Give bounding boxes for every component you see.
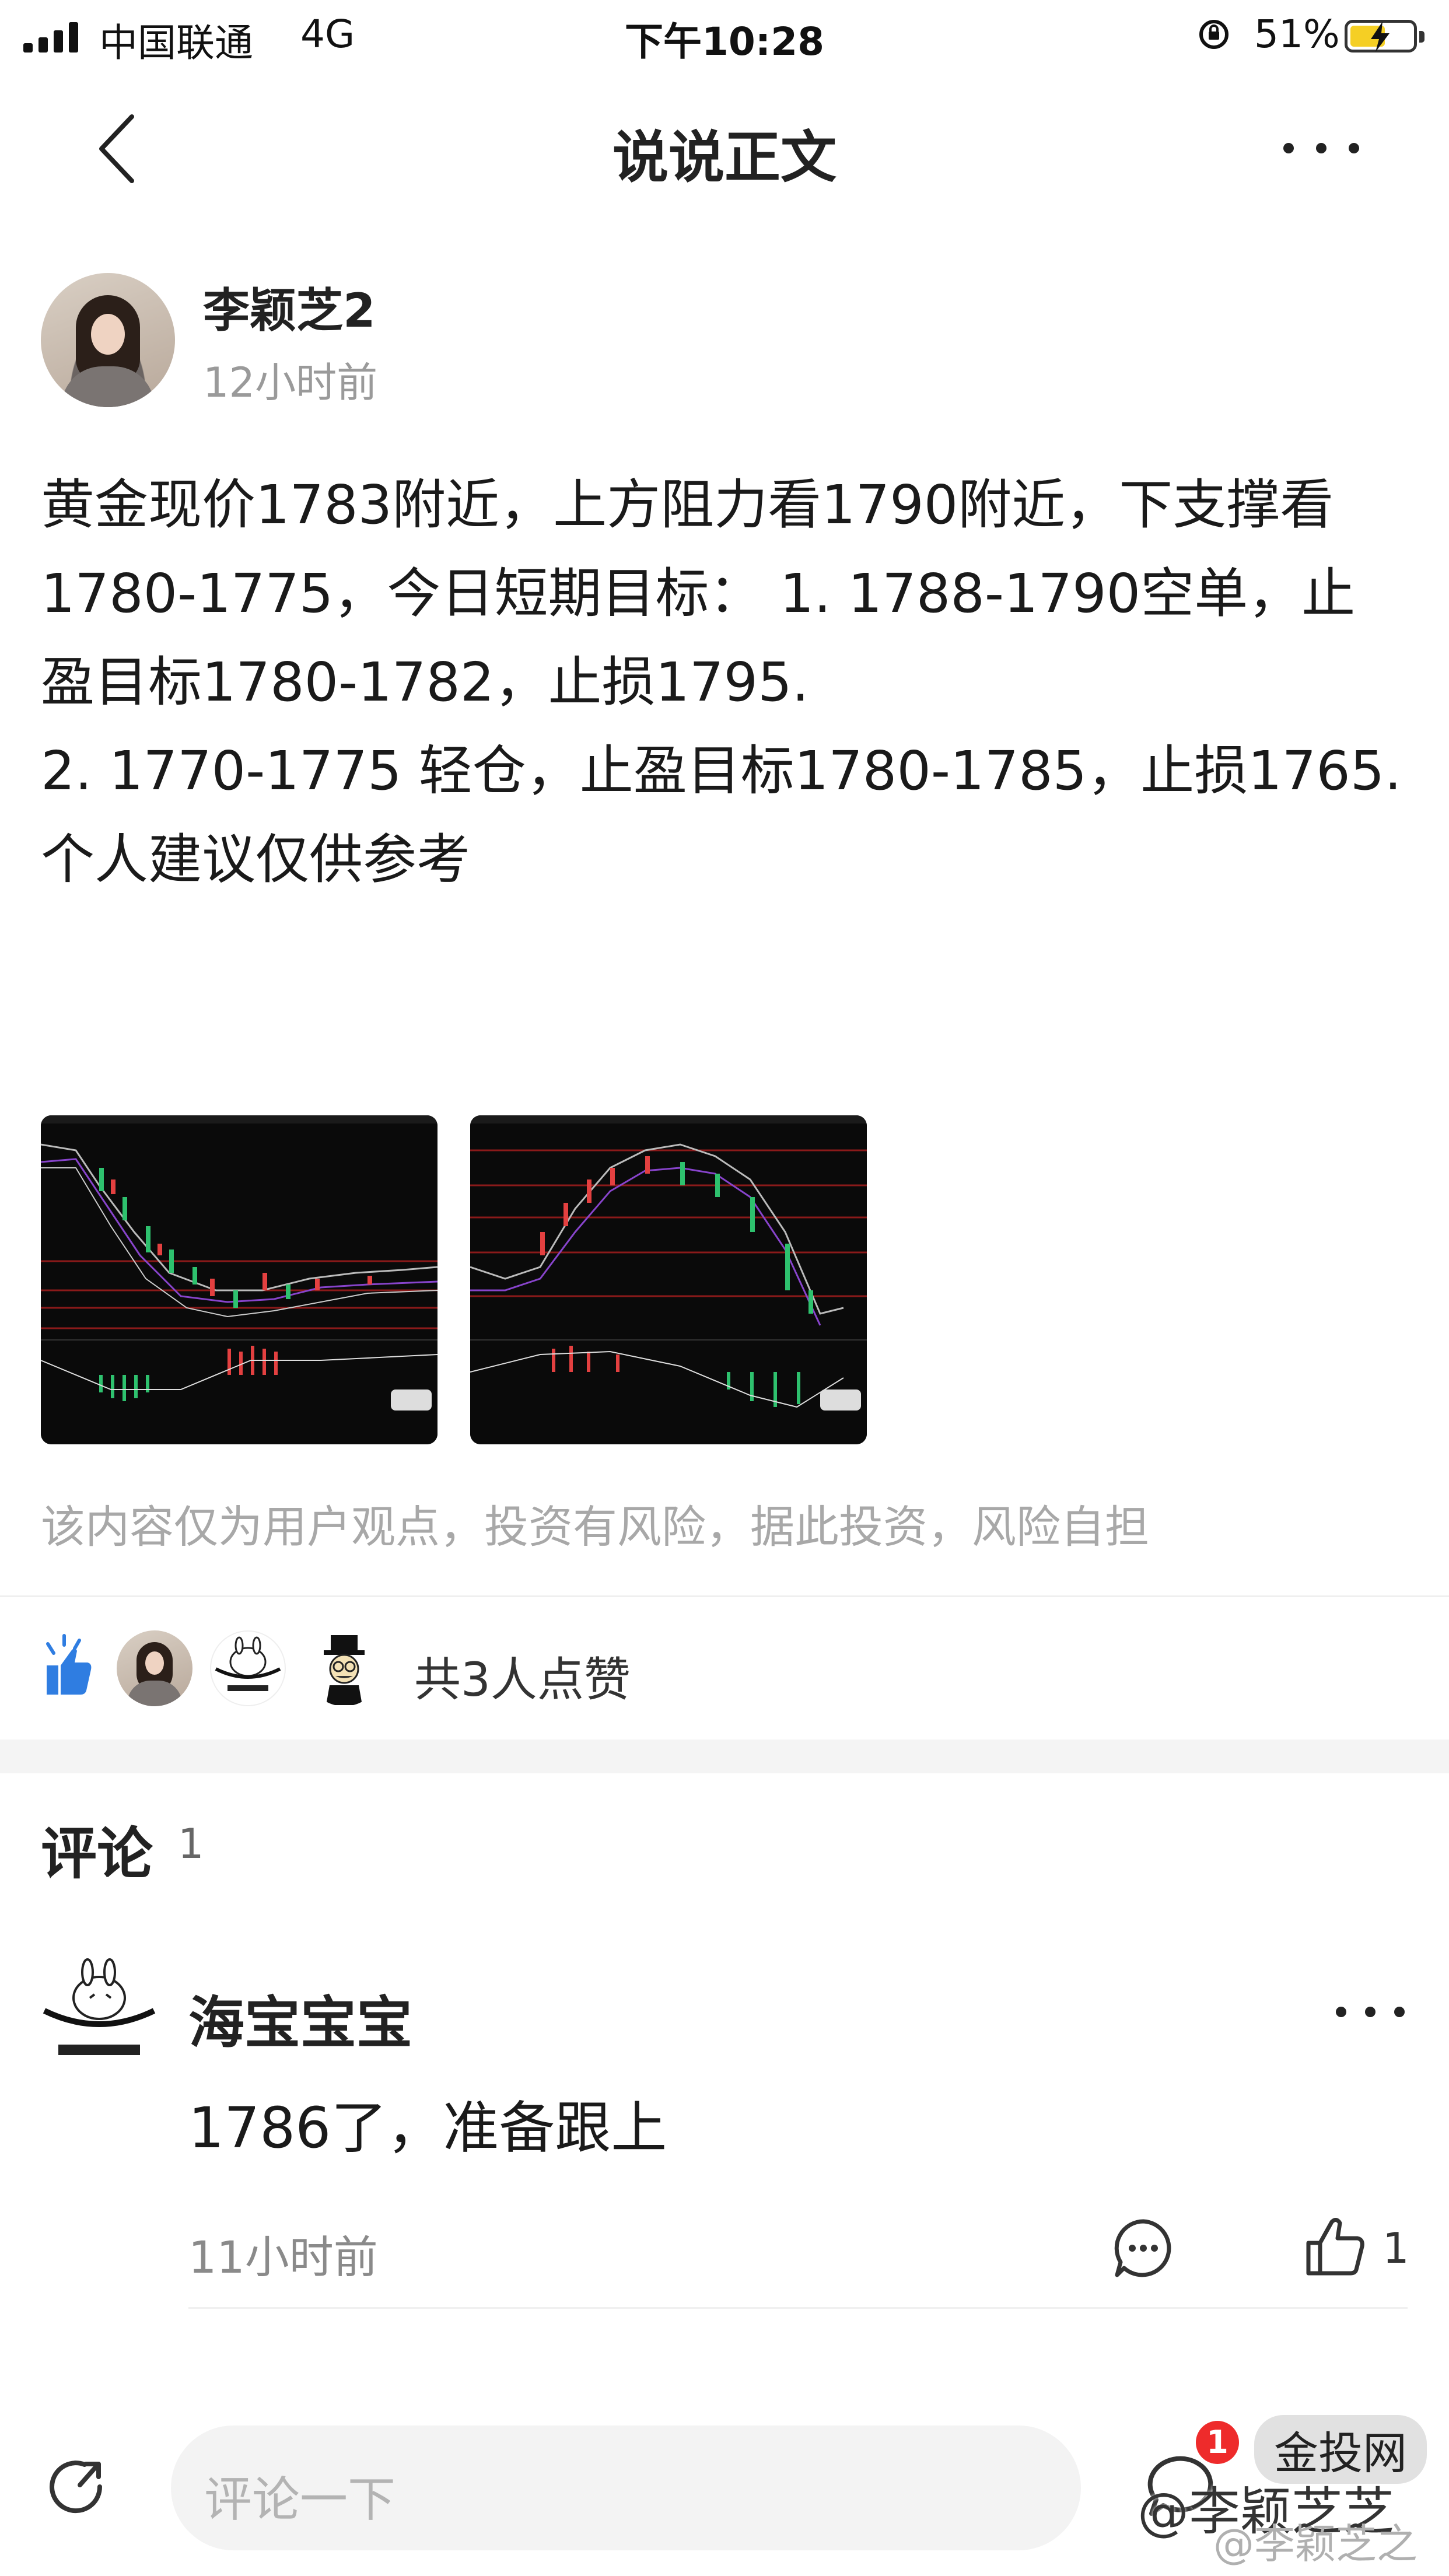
battery-percentage: 51% [1254,12,1340,57]
comments-count: 1 [178,1820,204,1868]
status-time: 下午10:28 [624,19,825,64]
comments-title: 评论 [41,1821,153,1887]
post-time: 12小时前 [203,359,378,407]
post-content: 黄金现价1783附近，上方阻力看1790附近，下支撑看1780-1775，今日短… [41,474,1402,891]
risk-disclaimer: 该内容仅为用户观点，投资有风险，据此投资，风险自担 [41,1501,1149,1553]
share-icon[interactable] [44,2455,108,2519]
chart-thumbnail-2[interactable] [470,1115,867,1444]
candlestick-chart-image-1 [41,1115,438,1444]
comment-divider [188,2307,1408,2309]
comment-text: 1786了，准备跟上 [188,2095,667,2161]
handle-watermark-faint: @李颖芝之 [1213,2520,1418,2568]
section-gap [0,1740,1449,1773]
candlestick-chart-image-2 [470,1115,867,1444]
page-title: 说说正文 [612,125,836,190]
comment-more-icon[interactable] [1336,2007,1405,2017]
comment-like-icon[interactable] [1304,2214,1368,2278]
commenter-name[interactable]: 海宝宝宝 [188,1978,412,2059]
chart-thumbnail-1[interactable] [41,1115,438,1444]
more-options-icon[interactable] [1283,143,1359,155]
reply-bubble-icon[interactable] [1111,2217,1175,2281]
battery-icon [1345,20,1424,52]
liker-avatar[interactable] [210,1630,286,1706]
author-avatar[interactable] [41,273,175,407]
status-bar: 中国联通 4G 下午10:28 51% [0,0,1449,76]
commenter-avatar[interactable] [41,1957,158,2074]
unread-badge: 1 [1196,2421,1239,2464]
author-name[interactable]: 李颖芝2 [203,273,376,341]
comment-like-count: 1 [1382,2224,1409,2273]
thumbs-up-icon[interactable] [41,1633,93,1698]
comment-input-placeholder[interactable]: 评论一下 [204,2460,396,2530]
comment-time: 11小时前 [188,2231,378,2283]
rotation-lock-icon [1199,20,1228,49]
like-summary[interactable]: 共3人点赞 [414,1642,631,1710]
section-divider [0,1595,1449,1597]
liker-avatar[interactable] [306,1630,382,1706]
liker-avatar[interactable] [117,1630,192,1706]
